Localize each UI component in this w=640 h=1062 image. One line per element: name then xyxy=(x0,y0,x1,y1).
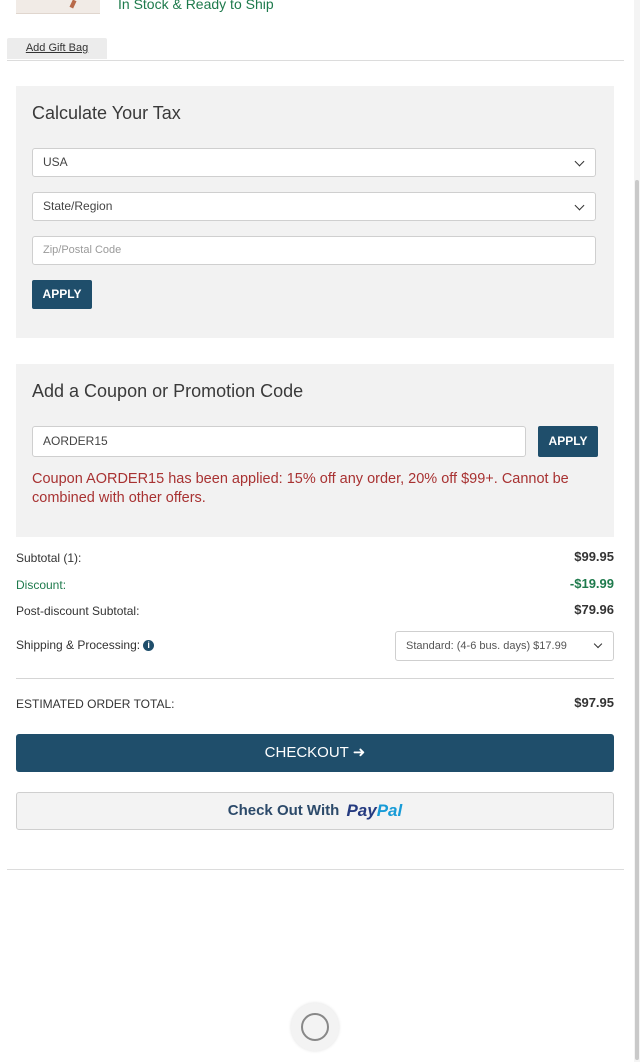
discount-row: Discount: -$19.99 xyxy=(16,576,614,596)
discount-label: Discount: xyxy=(16,578,67,592)
shipping-method-value: Standard: (4-6 bus. days) $17.99 xyxy=(406,640,567,652)
divider xyxy=(7,60,624,61)
coupon-code-input[interactable]: AORDER15 xyxy=(32,426,526,457)
scrollbar-thumb[interactable] xyxy=(635,180,639,1060)
subtotal-label: Subtotal (1): xyxy=(16,551,82,565)
coupon-applied-message: Coupon AORDER15 has been applied: 15% of… xyxy=(32,471,569,506)
shipping-label-wrap: Shipping & Processing: i xyxy=(16,638,155,652)
shipping-row: Shipping & Processing: i xyxy=(16,636,386,656)
coupon-panel-title: Add a Coupon or Promotion Code xyxy=(32,381,304,401)
coupon-panel: Add a Coupon or Promotion Code AORDER15 … xyxy=(16,364,614,537)
tax-panel-title: Calculate Your Tax xyxy=(32,103,181,123)
post-discount-row: Post-discount Subtotal: $79.96 xyxy=(16,602,614,622)
paypal-logo-pay: Pay xyxy=(346,801,377,821)
add-gift-bag-link[interactable]: Add Gift Bag xyxy=(7,38,107,59)
stock-status: In Stock & Ready to Ship xyxy=(118,0,274,12)
paypal-prefix: Check Out With xyxy=(227,802,340,819)
post-discount-value: $79.96 xyxy=(574,602,614,617)
subtotal-row: Subtotal (1): $99.95 xyxy=(16,549,614,569)
chevron-down-icon xyxy=(593,639,603,649)
order-total-label: ESTIMATED ORDER TOTAL: xyxy=(16,697,175,711)
coupon-code-value: AORDER15 xyxy=(43,434,108,448)
checkout-button[interactable]: CHECKOUT ➜ xyxy=(16,734,614,772)
tax-apply-button[interactable]: APPLY xyxy=(32,280,92,309)
chevron-down-icon xyxy=(574,200,585,211)
post-discount-label: Post-discount Subtotal: xyxy=(16,604,140,618)
arrow-right-icon: ➜ xyxy=(352,744,366,761)
divider xyxy=(7,869,624,870)
loading-spinner-icon xyxy=(291,1003,339,1051)
cart-page: In Stock & Ready to Ship Add Gift Bag Ca… xyxy=(0,0,640,1062)
scrollbar-track[interactable] xyxy=(634,0,640,1062)
state-select-value: State/Region xyxy=(43,199,113,213)
paypal-logo: PayPal xyxy=(346,793,402,829)
discount-value: -$19.99 xyxy=(569,576,614,591)
shipping-method-select[interactable]: Standard: (4-6 bus. days) $17.99 xyxy=(395,631,614,661)
shipping-label: Shipping & Processing: xyxy=(16,638,141,652)
subtotal-value: $99.95 xyxy=(574,549,614,564)
paypal-checkout-button[interactable]: Check Out With PayPal xyxy=(16,792,614,830)
divider xyxy=(16,678,614,679)
tax-calculator-panel: Calculate Your Tax USA State/Region Zip/… xyxy=(16,86,614,338)
coupon-apply-button[interactable]: APPLY xyxy=(538,426,598,457)
order-total-value: $97.95 xyxy=(574,695,614,710)
country-select-value: USA xyxy=(43,155,68,169)
state-select[interactable]: State/Region xyxy=(32,192,596,221)
country-select[interactable]: USA xyxy=(32,148,596,177)
order-total-row: ESTIMATED ORDER TOTAL: $97.95 xyxy=(16,695,614,715)
product-thumbnail[interactable] xyxy=(16,0,100,14)
paypal-logo-pal: Pal xyxy=(376,801,403,821)
chevron-down-icon xyxy=(574,156,585,167)
zip-input-placeholder: Zip/Postal Code xyxy=(43,244,122,256)
zip-input[interactable]: Zip/Postal Code xyxy=(32,236,596,265)
info-icon[interactable]: i xyxy=(143,640,155,651)
checkout-label: CHECKOUT xyxy=(264,744,349,761)
